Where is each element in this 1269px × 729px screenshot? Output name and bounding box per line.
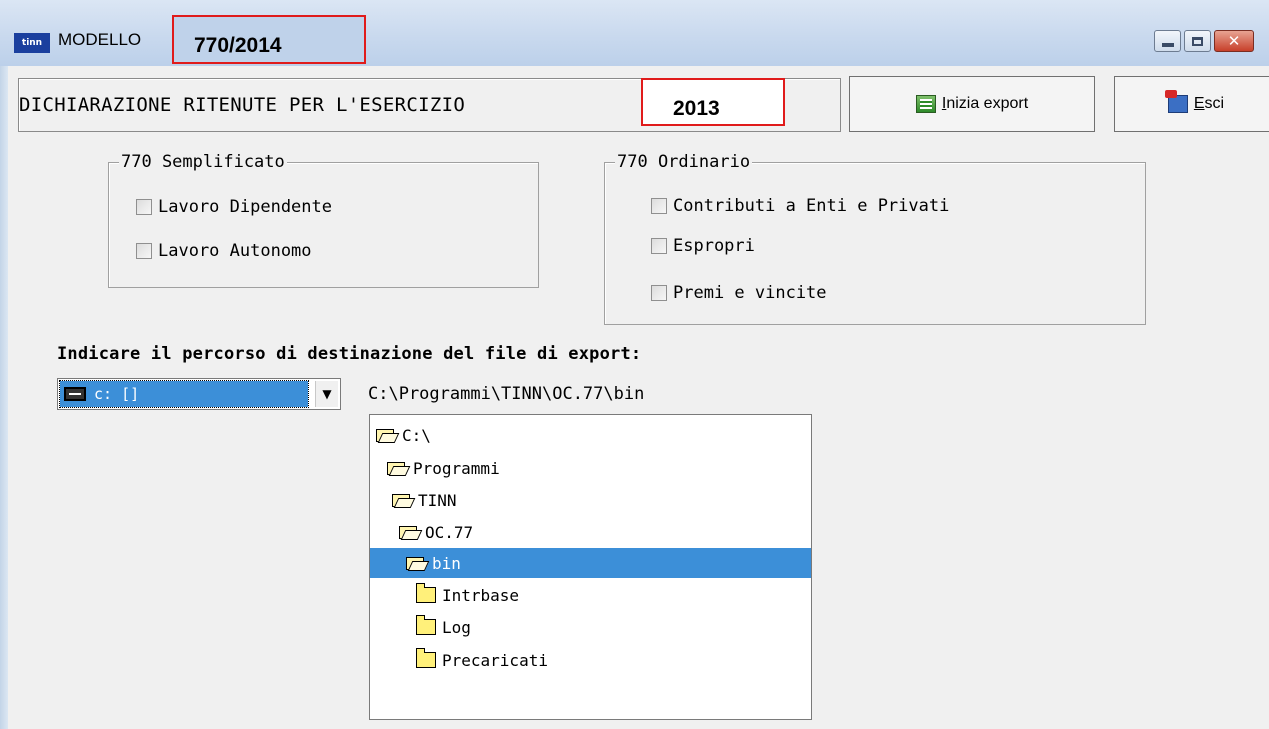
folder-item-intrbase[interactable]: Intrbase <box>370 580 811 610</box>
main-window: tinn MODELLO 770/2014 ✕ DICHIARAZIONE RI… <box>0 0 1269 729</box>
checkbox-box[interactable] <box>651 198 667 214</box>
folder-item-bin[interactable]: bin <box>370 548 811 578</box>
destination-path-label: Indicare il percorso di destinazione del… <box>57 344 642 364</box>
spreadsheet-export-icon <box>915 95 936 113</box>
checkbox-box[interactable] <box>136 199 152 215</box>
checkbox-contributi[interactable]: Contributi a Enti e Privati <box>651 196 949 216</box>
folder-item-root[interactable]: C:\ <box>370 420 817 450</box>
drive-select[interactable]: c: [] ▼ <box>57 378 341 410</box>
checkbox-box[interactable] <box>651 238 667 254</box>
ordinario-title: 770 Ordinario <box>615 152 753 172</box>
close-button[interactable]: ✕ <box>1214 30 1254 52</box>
folder-item-tinn[interactable]: TINN <box>370 485 811 515</box>
year-value: 2013 <box>673 97 720 120</box>
toolbar: DICHIARAZIONE RITENUTE PER L'ESERCIZIO 2… <box>8 66 1269 136</box>
folder-item-programmi[interactable]: Programmi <box>370 453 811 483</box>
folder-name: Log <box>442 617 471 637</box>
closed-folder-icon <box>415 615 436 635</box>
open-folder-icon <box>399 525 421 540</box>
folder-name: bin <box>432 553 461 573</box>
open-folder-icon <box>376 428 398 443</box>
folder-name: Programmi <box>413 458 500 478</box>
minimize-icon <box>1161 43 1174 47</box>
folder-name: Precaricati <box>442 650 548 670</box>
checkbox-premi-vincite[interactable]: Premi e vincite <box>651 283 827 303</box>
folder-item-precaricati[interactable]: Precaricati <box>370 645 811 675</box>
folder-name: C:\ <box>402 425 431 445</box>
app-icon[interactable]: tinn <box>14 33 50 53</box>
window-title: MODELLO <box>58 30 142 49</box>
checkbox-lavoro-autonomo[interactable]: Lavoro Autonomo <box>136 241 312 261</box>
model-code-box: 770/2014 <box>172 15 366 64</box>
checkbox-label: Espropri <box>673 236 755 256</box>
checkbox-box[interactable] <box>136 243 152 259</box>
checkbox-lavoro-dipendente[interactable]: Lavoro Dipendente <box>136 197 332 217</box>
current-path: C:\Programmi\TINN\OC.77\bin <box>368 384 645 404</box>
drive-icon <box>64 387 86 401</box>
maximize-button[interactable] <box>1184 30 1211 52</box>
closed-folder-icon <box>415 583 436 603</box>
minimize-button[interactable] <box>1154 30 1181 52</box>
folder-name: OC.77 <box>425 522 474 542</box>
semplificato-group: 770 Semplificato Lavoro Dipendente Lavor… <box>108 152 539 288</box>
folder-name: TINN <box>418 490 457 510</box>
folder-list[interactable]: C:\ Programmi TINN OC.77 bin Intrbase Lo… <box>369 414 812 720</box>
window-left-border <box>0 0 8 729</box>
start-export-button[interactable]: Inizia export <box>849 76 1095 132</box>
exit-button-label: Esci <box>1193 95 1225 112</box>
checkbox-espropri[interactable]: Espropri <box>651 236 755 256</box>
close-icon: ✕ <box>1227 32 1241 50</box>
export-button-label: Inizia export <box>941 95 1029 112</box>
maximize-icon <box>1192 36 1203 46</box>
checkbox-label: Lavoro Dipendente <box>158 197 332 217</box>
open-folder-icon <box>387 461 409 476</box>
closed-folder-icon <box>415 648 436 668</box>
title-bar[interactable]: tinn MODELLO 770/2014 ✕ <box>0 0 1269 66</box>
checkbox-label: Premi e vincite <box>673 283 827 303</box>
ordinario-group: 770 Ordinario Contributi a Enti e Privat… <box>604 152 1146 325</box>
model-code: 770/2014 <box>194 34 282 57</box>
folder-item-log[interactable]: Log <box>370 612 811 642</box>
declaration-label: DICHIARAZIONE RITENUTE PER L'ESERCIZIO <box>19 94 466 116</box>
exit-door-icon <box>1164 90 1188 113</box>
exit-button[interactable]: Esci <box>1114 76 1269 132</box>
dropdown-arrow-icon[interactable]: ▼ <box>315 381 338 407</box>
open-folder-icon <box>392 493 414 508</box>
semplificato-title: 770 Semplificato <box>119 152 287 172</box>
checkbox-label: Lavoro Autonomo <box>158 241 312 261</box>
folder-item-oc77[interactable]: OC.77 <box>370 517 811 547</box>
drive-label: c: [] <box>94 385 140 403</box>
drive-selected-value[interactable]: c: [] <box>59 380 309 408</box>
folder-name: Intrbase <box>442 585 520 605</box>
open-folder-icon <box>406 556 428 571</box>
year-field[interactable]: 2013 <box>641 78 785 126</box>
checkbox-label: Contributi a Enti e Privati <box>673 196 950 216</box>
checkbox-box[interactable] <box>651 285 667 301</box>
